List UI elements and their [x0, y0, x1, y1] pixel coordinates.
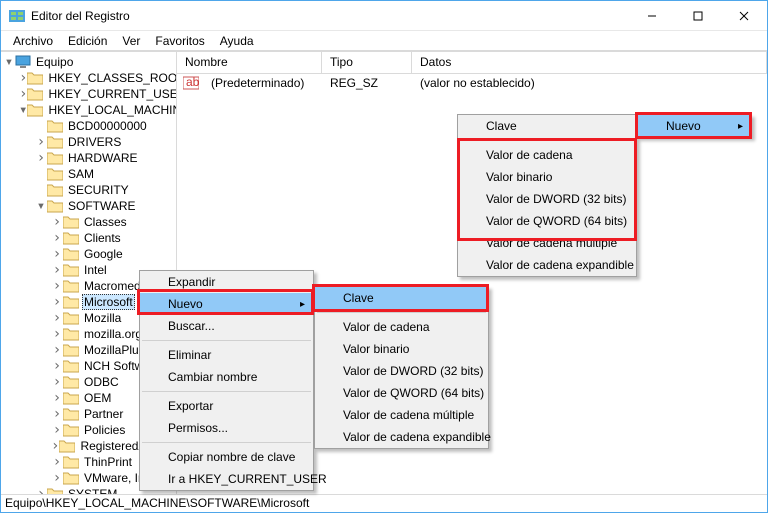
- ctx-export[interactable]: Exportar: [140, 395, 313, 417]
- folder-icon: [27, 103, 43, 117]
- ctx-rename[interactable]: Cambiar nombre: [140, 366, 313, 388]
- ctx-goto-hkcu[interactable]: Ir a HKEY_CURRENT_USER: [140, 468, 313, 490]
- maximize-button[interactable]: [675, 1, 721, 30]
- menu-ayuda[interactable]: Ayuda: [213, 32, 261, 50]
- folder-icon: [63, 311, 79, 325]
- regedit-icon: [9, 8, 25, 24]
- folder-icon: [47, 167, 63, 181]
- tree-node[interactable]: ›Clients: [1, 230, 176, 246]
- folder-icon: [63, 407, 79, 421]
- folder-icon: [59, 439, 75, 453]
- context-menu-top-nuevo: Nuevo: [637, 114, 752, 138]
- folder-icon: [63, 231, 79, 245]
- menu-favoritos[interactable]: Favoritos: [148, 32, 211, 50]
- folder-icon: [47, 135, 63, 149]
- folder-icon: [63, 343, 79, 357]
- folder-icon: [63, 279, 79, 293]
- column-headers: Nombre Tipo Datos: [177, 52, 767, 74]
- folder-icon: [27, 71, 43, 85]
- top-nuevo[interactable]: Nuevo: [638, 115, 751, 137]
- window-buttons: [629, 1, 767, 30]
- tree-node[interactable]: ›Classes: [1, 214, 176, 230]
- folder-icon: [63, 247, 79, 261]
- tree-node[interactable]: ›HKEY_CURRENT_USER: [1, 86, 176, 102]
- top-qword[interactable]: Valor de QWORD (64 bits): [458, 210, 636, 232]
- top-expandstring[interactable]: Valor de cadena expandible: [458, 254, 636, 276]
- tree-node[interactable]: ▾SOFTWARE: [1, 198, 176, 214]
- titlebar: Editor del Registro: [1, 1, 767, 31]
- menu-edicion[interactable]: Edición: [61, 32, 114, 50]
- close-button[interactable]: [721, 1, 767, 30]
- context-submenu-new: Clave Valor de cadena Valor binario Valo…: [314, 286, 489, 449]
- top-string[interactable]: Valor de cadena: [458, 144, 636, 166]
- menu-ver[interactable]: Ver: [115, 32, 147, 50]
- window-title: Editor del Registro: [31, 9, 629, 23]
- col-data[interactable]: Datos: [412, 52, 767, 73]
- folder-icon: [47, 199, 63, 213]
- sub-string[interactable]: Valor de cadena: [315, 316, 488, 338]
- folder-icon: [47, 119, 63, 133]
- ctx-new[interactable]: Nuevo: [140, 293, 313, 315]
- folder-icon: [63, 263, 79, 277]
- ctx-permissions[interactable]: Permisos...: [140, 417, 313, 439]
- tree-node[interactable]: ›Google: [1, 246, 176, 262]
- top-binary[interactable]: Valor binario: [458, 166, 636, 188]
- tree-node[interactable]: SECURITY: [1, 182, 176, 198]
- sub-expandstring[interactable]: Valor de cadena expandible: [315, 426, 488, 448]
- ctx-expand[interactable]: Expandir: [140, 271, 313, 293]
- folder-icon: [63, 391, 79, 405]
- menu-archivo[interactable]: Archivo: [6, 32, 60, 50]
- value-type: REG_SZ: [322, 76, 412, 90]
- ctx-copy-keyname[interactable]: Copiar nombre de clave: [140, 446, 313, 468]
- menubar: Archivo Edición Ver Favoritos Ayuda: [1, 31, 767, 51]
- separator: [142, 442, 311, 443]
- tree-node[interactable]: ▾HKEY_LOCAL_MACHINE: [1, 102, 176, 118]
- separator: [317, 312, 486, 313]
- folder-icon: [63, 471, 79, 485]
- folder-icon: [63, 375, 79, 389]
- col-type[interactable]: Tipo: [322, 52, 412, 73]
- folder-icon: [47, 487, 63, 494]
- folder-icon: [63, 215, 79, 229]
- context-menu-top-clave: Clave Valor de cadena Valor binario Valo…: [457, 114, 637, 277]
- ctx-find[interactable]: Buscar...: [140, 315, 313, 337]
- svg-text:ab: ab: [186, 76, 199, 89]
- sub-qword[interactable]: Valor de QWORD (64 bits): [315, 382, 488, 404]
- folder-icon: [47, 151, 63, 165]
- folder-icon: [63, 423, 79, 437]
- top-multistring[interactable]: Valor de cadena múltiple: [458, 232, 636, 254]
- folder-icon: [63, 327, 79, 341]
- value-data: (valor no establecido): [412, 76, 543, 90]
- value-row[interactable]: ab (Predeterminado) REG_SZ (valor no est…: [177, 74, 767, 92]
- sub-binary[interactable]: Valor binario: [315, 338, 488, 360]
- sub-clave[interactable]: Clave: [315, 287, 488, 309]
- value-name: (Predeterminado): [203, 76, 322, 90]
- folder-icon: [63, 295, 79, 309]
- computer-icon: [15, 55, 31, 69]
- context-menu: Expandir Nuevo Buscar... Eliminar Cambia…: [139, 270, 314, 491]
- separator: [460, 140, 634, 141]
- top-clave[interactable]: Clave: [458, 115, 636, 137]
- col-name[interactable]: Nombre: [177, 52, 322, 73]
- separator: [142, 391, 311, 392]
- folder-icon: [47, 183, 63, 197]
- folder-icon: [27, 87, 43, 101]
- tree-root[interactable]: ▾Equipo: [1, 54, 176, 70]
- tree-node[interactable]: SAM: [1, 166, 176, 182]
- status-bar: Equipo\HKEY_LOCAL_MACHINE\SOFTWARE\Micro…: [1, 494, 767, 512]
- ctx-delete[interactable]: Eliminar: [140, 344, 313, 366]
- sub-multistring[interactable]: Valor de cadena múltiple: [315, 404, 488, 426]
- tree-node[interactable]: ›DRIVERS: [1, 134, 176, 150]
- sub-dword[interactable]: Valor de DWORD (32 bits): [315, 360, 488, 382]
- folder-icon: [63, 455, 79, 469]
- tree-node[interactable]: BCD00000000: [1, 118, 176, 134]
- registry-editor-window: Editor del Registro Archivo Edición Ver …: [0, 0, 768, 513]
- separator: [142, 340, 311, 341]
- minimize-button[interactable]: [629, 1, 675, 30]
- tree-node[interactable]: ›HKEY_CLASSES_ROOT: [1, 70, 176, 86]
- string-value-icon: ab: [183, 76, 199, 90]
- top-dword[interactable]: Valor de DWORD (32 bits): [458, 188, 636, 210]
- tree-node[interactable]: ›HARDWARE: [1, 150, 176, 166]
- folder-icon: [63, 359, 79, 373]
